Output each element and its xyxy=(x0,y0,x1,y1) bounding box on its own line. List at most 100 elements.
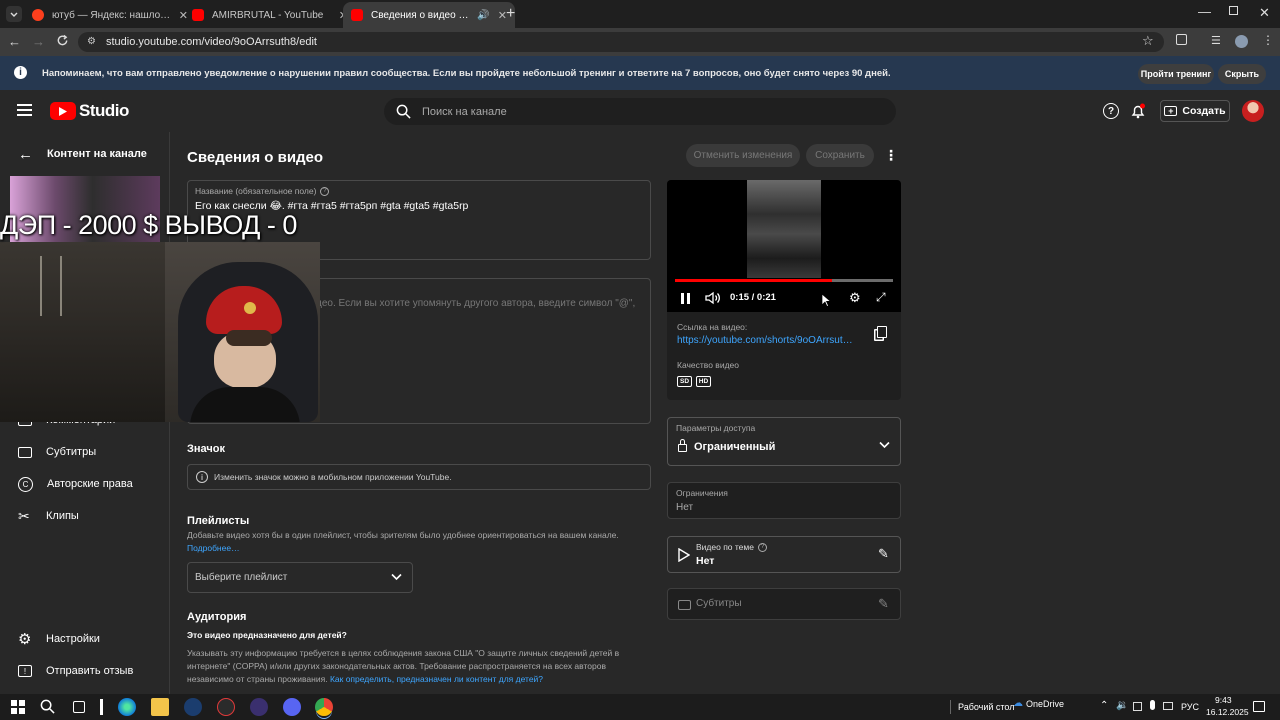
desktop-label[interactable]: Рабочий стол xyxy=(958,702,1015,712)
sidebar-item-clips[interactable]: ✂ Клипы xyxy=(18,506,79,526)
sidebar-item-subtitles[interactable]: Субтитры xyxy=(18,442,96,462)
audience-heading: Аудитория xyxy=(187,611,247,623)
copyright-icon: C xyxy=(18,476,33,492)
back-to-content-button[interactable]: ← Контент на канале xyxy=(18,144,147,164)
speaker-icon[interactable]: 🔊 xyxy=(477,10,489,21)
access-label: Параметры доступа xyxy=(676,423,756,433)
language-indicator[interactable]: РУС xyxy=(1181,702,1199,712)
reading-list-icon[interactable]: ☰ xyxy=(1211,34,1221,47)
search-icon xyxy=(396,104,411,119)
video-link[interactable]: https://youtube.com/shorts/9oOArrsut… xyxy=(677,335,853,346)
subtitles-field[interactable]: Субтитры ✎ xyxy=(667,588,901,620)
steam-icon[interactable] xyxy=(184,698,202,716)
help-icon[interactable]: ? xyxy=(320,186,330,196)
youtube-studio-logo[interactable]: Studio xyxy=(50,101,129,121)
audio-tray-icon[interactable]: 🔉 xyxy=(1116,700,1128,711)
clock-date[interactable]: 16.12.2025 xyxy=(1206,707,1249,717)
minimize-button[interactable]: — xyxy=(1198,4,1211,19)
back-icon[interactable]: ← xyxy=(8,34,21,49)
discord-icon[interactable] xyxy=(283,698,301,716)
playlist-select[interactable]: Выберите плейлист xyxy=(187,562,413,593)
edge-icon[interactable] xyxy=(118,698,136,716)
edit-pencil-icon[interactable]: ✎ xyxy=(878,596,889,612)
video-frame xyxy=(747,180,821,278)
bookmark-star-icon[interactable]: ☆ xyxy=(1142,33,1154,49)
close-window-button[interactable]: ✕ xyxy=(1259,5,1270,21)
tray-app-icon[interactable] xyxy=(1133,702,1142,711)
pinned-app-icon[interactable] xyxy=(100,699,103,715)
new-tab-button[interactable]: + xyxy=(506,5,515,23)
progress-fill xyxy=(675,279,832,282)
feedback-icon: ! xyxy=(18,665,32,677)
playlists-description: Добавьте видео хотя бы в один плейлист, … xyxy=(187,530,619,540)
tab-search-icon[interactable] xyxy=(6,6,22,22)
scissors-icon: ✂ xyxy=(18,507,30,524)
training-button[interactable]: Пройти тренинг xyxy=(1138,64,1214,84)
sidebar-item-settings[interactable]: ⚙ Настройки xyxy=(18,629,100,649)
chrome-icon[interactable] xyxy=(315,698,333,716)
save-button[interactable]: Сохранить xyxy=(806,144,874,167)
notifications-bell-icon[interactable] xyxy=(1130,103,1146,119)
mouse-cursor-icon xyxy=(822,294,831,307)
sidebar-item-feedback[interactable]: ! Отправить отзыв xyxy=(18,661,133,681)
info-icon: i xyxy=(196,471,208,483)
related-video-label: Видео по теме xyxy=(696,542,754,552)
extensions-icon[interactable] xyxy=(1176,34,1187,45)
task-view-icon[interactable] xyxy=(73,701,85,713)
search-icon[interactable] xyxy=(40,699,55,714)
related-video-field[interactable]: Видео по теме ? Нет ✎ xyxy=(667,536,901,573)
settings-gear-icon[interactable]: ⚙ xyxy=(849,290,861,306)
notification-center-icon[interactable] xyxy=(1253,701,1265,712)
sidebar-item-copyright[interactable]: C Авторские права xyxy=(18,474,133,494)
display-icon[interactable] xyxy=(1163,702,1173,710)
profile-avatar[interactable] xyxy=(1235,35,1248,48)
forward-icon[interactable]: → xyxy=(32,34,45,49)
browser-menu-icon[interactable]: ⋮ xyxy=(1262,33,1274,47)
pause-icon[interactable] xyxy=(681,293,690,304)
more-options-icon[interactable]: ⋮ xyxy=(884,147,898,164)
video-time: 0:15 / 0:21 xyxy=(730,292,776,303)
help-icon[interactable]: ? xyxy=(757,542,767,552)
reload-icon[interactable] xyxy=(56,34,69,47)
tray-chevron-up-icon[interactable]: ⌃ xyxy=(1100,700,1108,711)
restore-button[interactable] xyxy=(1229,6,1238,15)
edit-pencil-icon[interactable]: ✎ xyxy=(878,546,889,562)
address-bar[interactable]: ⚙ studio.youtube.com/video/9oOArrsuth8/e… xyxy=(78,32,1164,52)
subtitles-icon xyxy=(678,600,691,610)
copy-icon[interactable] xyxy=(877,326,887,338)
progress-track[interactable] xyxy=(675,279,893,282)
webcam-feed-image xyxy=(0,242,320,422)
url-text: studio.youtube.com/video/9oOArrsuth8/edi… xyxy=(106,36,317,48)
help-icon[interactable]: ? xyxy=(1103,103,1119,119)
undo-changes-button[interactable]: Отменить изменения xyxy=(686,144,800,167)
channel-avatar[interactable] xyxy=(1242,100,1264,122)
fullscreen-icon[interactable]: ⤢ xyxy=(876,290,886,305)
volume-icon[interactable] xyxy=(705,291,721,305)
access-settings-dropdown[interactable]: Параметры доступа Ограниченный xyxy=(667,417,901,466)
obs-icon[interactable] xyxy=(250,698,268,716)
back-label: Контент на канале xyxy=(47,148,147,160)
hamburger-menu-icon[interactable] xyxy=(17,104,32,116)
coppa-help-link[interactable]: Как определить, предназначен ли контент … xyxy=(330,674,543,684)
channel-search-input[interactable]: Поиск на канале xyxy=(384,98,896,125)
file-explorer-icon[interactable] xyxy=(151,698,169,716)
hide-banner-button[interactable]: Скрыть xyxy=(1218,64,1266,84)
microphone-icon[interactable] xyxy=(1150,700,1155,710)
site-info-icon[interactable]: ⚙ xyxy=(87,36,96,47)
restrictions-value: Нет xyxy=(676,502,694,513)
audience-question: Это видео предназначено для детей? xyxy=(187,630,347,640)
youtube-logo-icon xyxy=(50,102,76,120)
app-icon[interactable] xyxy=(217,698,235,716)
browser-tab[interactable]: AMIRBRUTAL - YouTube ✕ xyxy=(184,2,356,28)
onedrive-row[interactable]: ☁ OneDrive xyxy=(1013,698,1064,709)
browser-tab-active[interactable]: Сведения о видео - YouTu 🔊 ✕ xyxy=(343,2,515,28)
video-player[interactable]: 0:15 / 0:21 ⚙ ⤢ xyxy=(667,180,901,312)
search-placeholder: Поиск на канале xyxy=(422,105,507,118)
browser-tab[interactable]: ютуб — Яндекс: нашлось 7 м ✕ xyxy=(24,2,196,28)
audience-text-line3-row: независимо от страны проживания. Как опр… xyxy=(187,673,543,686)
learn-more-link[interactable]: Подробнее… xyxy=(187,542,240,555)
create-button[interactable]: + Создать xyxy=(1160,100,1230,122)
windows-start-icon[interactable] xyxy=(11,700,25,714)
video-link-label: Ссылка на видео: xyxy=(677,322,748,332)
clock-time[interactable]: 9:43 xyxy=(1215,695,1232,705)
